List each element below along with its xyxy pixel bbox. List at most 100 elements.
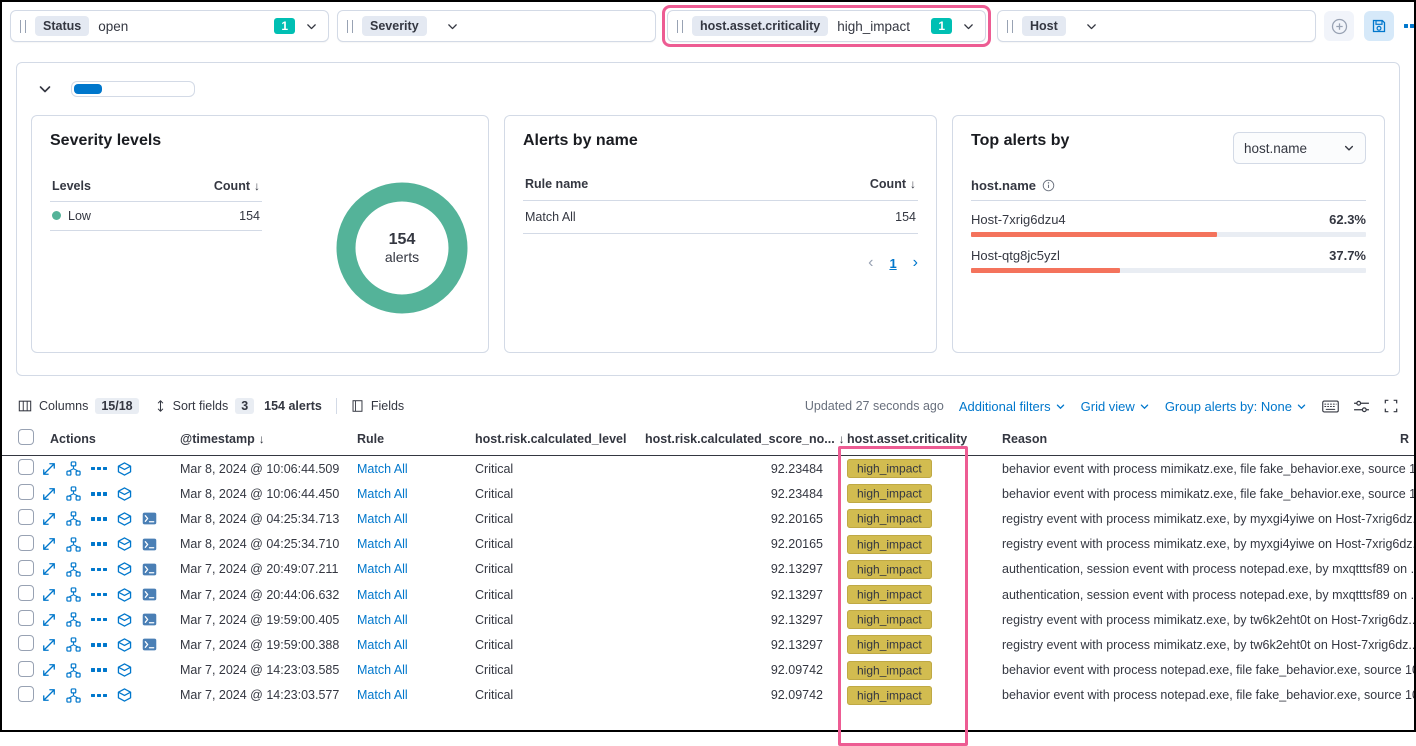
fullscreen-button[interactable]: [1384, 399, 1398, 413]
more-actions-icon[interactable]: [91, 467, 107, 471]
chevron-down-icon[interactable]: [305, 20, 318, 33]
reason-header[interactable]: Reason: [989, 432, 1400, 446]
expand-alert-icon[interactable]: [42, 688, 56, 702]
select-all-checkbox[interactable]: [18, 429, 34, 445]
chart-view-tab[interactable]: [74, 84, 102, 94]
rule-link[interactable]: Match All: [357, 613, 408, 627]
rule-link[interactable]: Match All: [357, 537, 408, 551]
investigate-timeline-icon[interactable]: [117, 588, 132, 602]
chart-view-tab[interactable]: [104, 84, 132, 94]
session-view-icon[interactable]: [142, 512, 157, 525]
expand-alert-icon[interactable]: [42, 487, 56, 501]
expand-alert-icon[interactable]: [42, 462, 56, 476]
additional-filters-button[interactable]: Additional filters: [959, 399, 1066, 414]
expand-alert-icon[interactable]: [42, 512, 56, 526]
row-checkbox[interactable]: [18, 560, 34, 576]
grid-view-button[interactable]: Grid view: [1081, 399, 1150, 414]
chart-view-tab[interactable]: [164, 84, 192, 94]
filter-pill[interactable]: host.asset.criticality high_impact 1: [667, 10, 986, 42]
rule-header[interactable]: Rule: [349, 432, 467, 446]
rule-link[interactable]: Match All: [357, 588, 408, 602]
sort-fields-button[interactable]: Sort fields 3: [155, 398, 255, 414]
row-checkbox[interactable]: [18, 509, 34, 525]
investigate-timeline-icon[interactable]: [117, 663, 132, 677]
row-checkbox[interactable]: [18, 635, 34, 651]
row-checkbox[interactable]: [18, 484, 34, 500]
add-filter-button[interactable]: [1324, 11, 1354, 41]
investigate-timeline-icon[interactable]: [117, 562, 132, 576]
collapse-panel-button[interactable]: [37, 81, 53, 97]
investigate-timeline-icon[interactable]: [117, 638, 132, 652]
more-actions-icon[interactable]: [91, 668, 107, 672]
analyze-event-icon[interactable]: [66, 637, 81, 652]
more-actions-icon[interactable]: [91, 542, 107, 546]
chevron-down-icon[interactable]: [446, 20, 459, 33]
analyze-event-icon[interactable]: [66, 688, 81, 703]
more-actions-icon[interactable]: [91, 568, 107, 572]
drag-handle-icon[interactable]: [347, 20, 353, 33]
expand-alert-icon[interactable]: [42, 638, 56, 652]
prev-page-button[interactable]: ‹: [868, 254, 873, 272]
analyze-event-icon[interactable]: [66, 511, 81, 526]
investigate-timeline-icon[interactable]: [117, 512, 132, 526]
analyze-event-icon[interactable]: [66, 461, 81, 476]
rule-link[interactable]: Match All: [357, 688, 408, 702]
investigate-timeline-icon[interactable]: [117, 462, 132, 476]
display-options-button[interactable]: [1354, 400, 1369, 413]
rule-link[interactable]: Match All: [357, 487, 408, 501]
expand-alert-icon[interactable]: [42, 613, 56, 627]
more-actions-icon[interactable]: [91, 694, 107, 698]
row-checkbox[interactable]: [18, 535, 34, 551]
more-actions-icon[interactable]: [91, 643, 107, 647]
investigate-timeline-icon[interactable]: [117, 487, 132, 501]
fields-button[interactable]: Fields: [351, 399, 404, 413]
page-number[interactable]: 1: [889, 256, 896, 271]
drag-handle-icon[interactable]: [1007, 20, 1013, 33]
filter-pill[interactable]: Status open 1: [10, 10, 329, 42]
investigate-timeline-icon[interactable]: [117, 537, 132, 551]
investigate-timeline-icon[interactable]: [117, 613, 132, 627]
session-view-icon[interactable]: [142, 638, 157, 651]
timestamp-header[interactable]: @timestamp↓: [172, 432, 349, 446]
expand-alert-icon[interactable]: [42, 588, 56, 602]
columns-button[interactable]: Columns 15/18: [18, 398, 139, 414]
analyze-event-icon[interactable]: [66, 587, 81, 602]
chart-view-tab[interactable]: [134, 84, 162, 94]
analyze-event-icon[interactable]: [66, 486, 81, 501]
row-checkbox[interactable]: [18, 610, 34, 626]
count-sort-header[interactable]: Count↓: [870, 177, 916, 191]
more-actions-icon[interactable]: [91, 492, 107, 496]
more-actions-icon[interactable]: [91, 593, 107, 597]
criticality-header[interactable]: host.asset.criticality: [837, 432, 989, 446]
save-query-button[interactable]: [1364, 11, 1394, 41]
session-view-icon[interactable]: [142, 563, 157, 576]
investigate-timeline-icon[interactable]: [117, 688, 132, 702]
more-actions-icon[interactable]: [91, 517, 107, 521]
session-view-icon[interactable]: [142, 538, 157, 551]
row-checkbox[interactable]: [18, 661, 34, 677]
row-checkbox[interactable]: [18, 686, 34, 702]
chevron-down-icon[interactable]: [1085, 20, 1098, 33]
expand-alert-icon[interactable]: [42, 537, 56, 551]
session-view-icon[interactable]: [142, 588, 157, 601]
more-filter-actions-button[interactable]: [1404, 24, 1416, 28]
row-checkbox[interactable]: [18, 459, 34, 475]
risk-level-header[interactable]: host.risk.calculated_level: [467, 432, 637, 446]
rule-link[interactable]: Match All: [357, 512, 408, 526]
next-page-button[interactable]: ›: [913, 254, 918, 272]
rule-link[interactable]: Match All: [357, 663, 408, 677]
risk-score-header[interactable]: host.risk.calculated_score_no...↓: [637, 432, 837, 446]
count-sort-header[interactable]: Count↓: [214, 179, 260, 193]
rule-link[interactable]: Match All: [357, 562, 408, 576]
group-alerts-by-button[interactable]: Group alerts by: None: [1165, 399, 1307, 414]
drag-handle-icon[interactable]: [677, 20, 683, 33]
filter-pill[interactable]: Host: [997, 10, 1316, 42]
analyze-event-icon[interactable]: [66, 663, 81, 678]
top-alerts-field-select[interactable]: host.name: [1233, 132, 1366, 164]
session-view-icon[interactable]: [142, 613, 157, 626]
expand-alert-icon[interactable]: [42, 663, 56, 677]
drag-handle-icon[interactable]: [20, 20, 26, 33]
analyze-event-icon[interactable]: [66, 612, 81, 627]
analyze-event-icon[interactable]: [66, 537, 81, 552]
row-checkbox[interactable]: [18, 585, 34, 601]
